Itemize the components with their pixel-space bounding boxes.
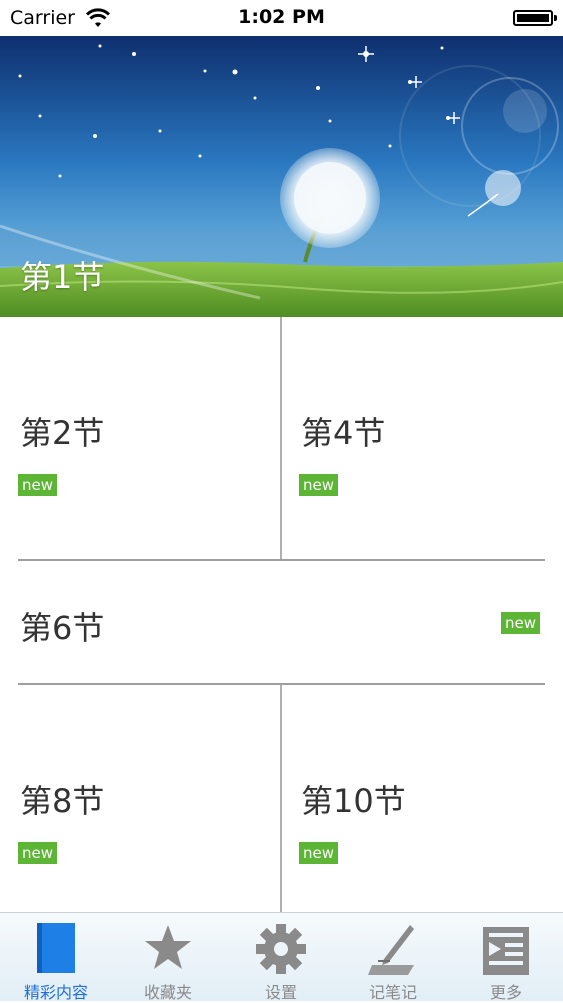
new-badge: new xyxy=(18,474,58,496)
book-icon xyxy=(37,923,75,973)
status-bar: Carrier 1:02 PM xyxy=(0,0,563,36)
status-time: 1:02 PM xyxy=(238,6,325,28)
grid-divider xyxy=(280,685,282,912)
new-badge: new xyxy=(501,612,541,634)
section-title: 第8节 xyxy=(20,782,105,820)
new-badge: new xyxy=(299,474,339,496)
tab-label: 精彩内容 xyxy=(23,983,88,1002)
tab-notes[interactable]: 记笔记 xyxy=(337,913,449,1002)
hero-banner-section-1[interactable]: 第1节 xyxy=(0,36,563,317)
section-title: 第6节 xyxy=(20,609,105,647)
tab-settings[interactable]: 设置 xyxy=(225,913,337,1002)
section-title: 第1节 xyxy=(20,258,105,296)
tab-favorites[interactable]: 收藏夹 xyxy=(112,913,224,1002)
section-title: 第4节 xyxy=(301,414,386,452)
tab-label: 更多 xyxy=(489,983,522,1002)
tab-label: 收藏夹 xyxy=(143,983,192,1002)
more-list-icon xyxy=(483,927,529,975)
grid-divider xyxy=(280,317,282,560)
tab-more[interactable]: 更多 xyxy=(450,913,562,1002)
section-title: 第10节 xyxy=(301,782,406,820)
gear-icon xyxy=(256,924,306,974)
tab-featured[interactable]: 精彩内容 xyxy=(0,913,112,1002)
section-title: 第2节 xyxy=(20,414,105,452)
pen-icon xyxy=(368,925,414,975)
new-badge: new xyxy=(18,842,58,864)
tab-label: 设置 xyxy=(264,983,297,1002)
battery-icon xyxy=(513,10,557,26)
tab-label: 记笔记 xyxy=(368,983,417,1002)
new-badge: new xyxy=(299,842,339,864)
tab-bar: 精彩内容 收藏夹 设置 记笔记 更多 xyxy=(0,912,563,1002)
star-icon xyxy=(145,925,191,969)
